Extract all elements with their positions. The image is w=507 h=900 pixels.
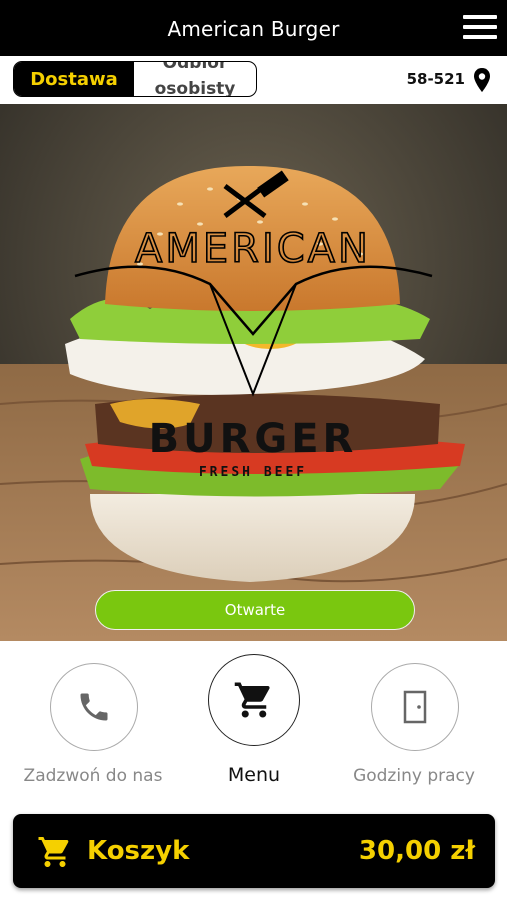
hamburger-menu-icon[interactable] [463,15,497,41]
opening-hours-label: Godziny pracy [353,766,475,786]
svg-text:AMERICAN: AMERICAN [135,226,371,272]
postcode-label[interactable]: 58-521 [407,70,465,88]
cart-icon [234,682,270,718]
cart-label: Koszyk [87,836,190,866]
cart-bar[interactable]: Koszyk 30,00 zł [13,814,495,888]
order-mode-toggle: Dostawa Odbiór osobisty [13,61,257,97]
opening-hours-button[interactable] [371,663,459,751]
hero-banner: AMERICAN BURGER FRESH BEEF [0,104,507,641]
app-header: American Burger [0,0,507,56]
menu-button[interactable] [208,654,300,746]
svg-text:FRESH BEEF: FRESH BEEF [199,465,307,480]
pickup-option[interactable]: Odbiór osobisty [134,62,256,96]
app-title: American Burger [167,17,340,41]
burger-photo: AMERICAN BURGER FRESH BEEF [0,104,507,641]
svg-text:BURGER: BURGER [149,416,358,462]
location-pin-icon[interactable] [473,68,491,92]
cart-total: 30,00 zł [358,836,475,866]
open-status-button[interactable]: Otwarte [95,590,415,630]
cart-icon [38,837,69,867]
call-button[interactable] [50,663,138,751]
delivery-option[interactable]: Dostawa [14,62,134,96]
door-icon [403,690,427,724]
phone-icon [80,693,108,721]
